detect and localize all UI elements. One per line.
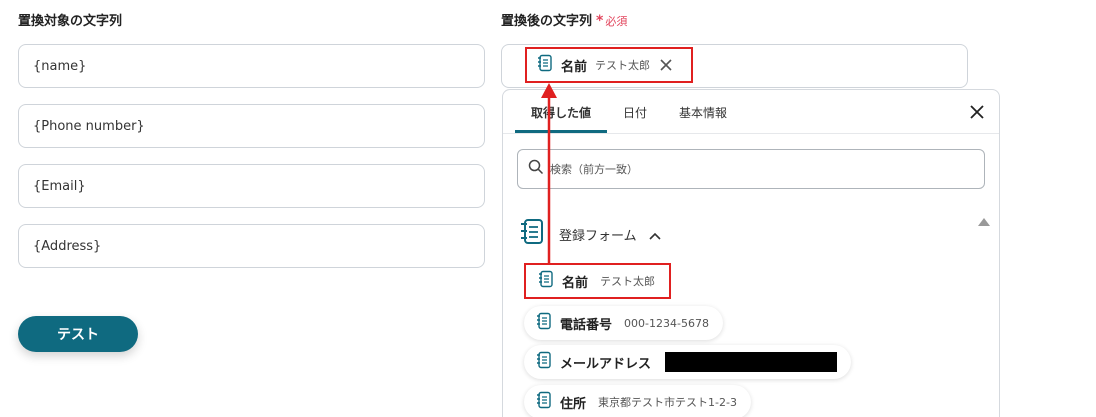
form-field-icon [537,54,553,76]
remove-chip-icon[interactable] [660,59,672,71]
redacted-value [665,352,838,372]
item-name: メールアドレス [560,356,652,372]
source-section-title: 置換対象の文字列 [18,14,123,29]
source-field-phone[interactable]: {Phone number} [18,104,485,148]
search-field[interactable] [517,149,985,189]
tab-acquired-values[interactable]: 取得した値 [515,90,608,133]
form-field-icon [536,391,552,413]
search-icon [528,159,544,179]
source-field-email[interactable]: {Email} [18,164,485,208]
search-input[interactable] [550,162,950,176]
form-group-icon [519,218,545,250]
form-field-icon [536,351,552,373]
dest-section-title: 置換後の文字列 * 必須 [501,10,627,29]
selected-chip-name: 名前 [561,59,588,75]
item-value: テスト太郎 [600,275,656,288]
required-mark: * [596,13,604,29]
list-item-email[interactable]: メールアドレス [524,345,852,379]
list-item-address[interactable]: 住所 東京都テスト市テスト1-2-3 [524,385,751,417]
source-field-address[interactable]: {Address} [18,224,485,268]
selected-chip-value: テスト太郎 [595,59,651,72]
group-header-form[interactable]: 登録フォーム [519,218,661,250]
tab-basic-info[interactable]: 基本情報 [679,90,727,133]
tabs-divider [503,133,999,134]
picker-tabs: 取得した値 日付 基本情報 [515,90,759,133]
form-field-icon [536,312,552,334]
item-name: 電話番号 [560,317,613,333]
form-field-icon [538,270,554,292]
group-label: 登録フォーム [559,228,637,244]
list-item-phone[interactable]: 電話番号 000-1234-5678 [524,306,723,340]
item-value: 000-1234-5678 [624,316,709,330]
dest-label-text: 置換後の文字列 [501,14,593,29]
item-value: 東京都テスト市テスト1-2-3 [598,396,737,409]
item-name: 住所 [560,396,587,412]
source-field-name[interactable]: {name} [18,44,485,88]
scroll-up-arrow-icon[interactable] [977,212,991,231]
chevron-up-icon[interactable] [649,225,661,244]
selected-value-chip[interactable]: 名前 テスト太郎 [525,47,693,83]
required-text: 必須 [605,15,628,28]
list-item-name[interactable]: 名前 テスト太郎 [524,263,672,299]
item-name: 名前 [562,275,589,291]
close-icon[interactable] [969,104,985,124]
tab-date[interactable]: 日付 [623,90,647,133]
test-button[interactable]: テスト [18,316,138,352]
